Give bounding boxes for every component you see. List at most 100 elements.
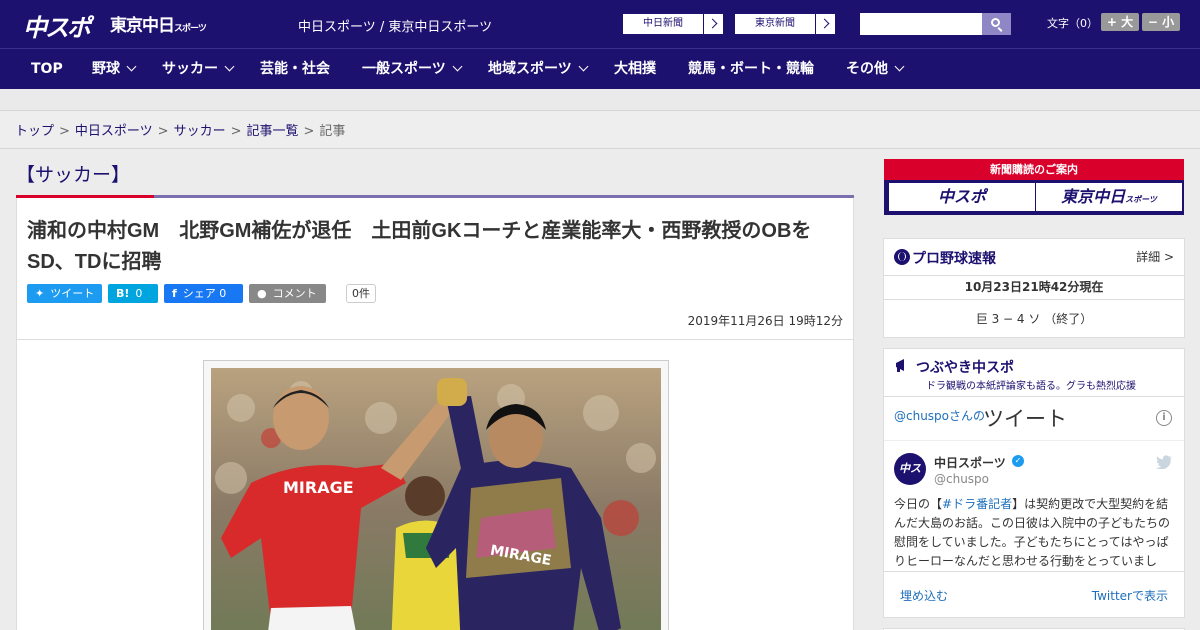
comment-label: コメント bbox=[272, 287, 317, 300]
chevron-down-icon bbox=[224, 61, 235, 72]
article-body: MIRAGE MIRAGE bbox=[16, 339, 854, 630]
font-increase-button[interactable]: + 大 bbox=[1101, 13, 1139, 31]
site-name[interactable]: 中日スポーツ / 東京中日スポーツ bbox=[298, 16, 492, 35]
breadcrumb-sep: > bbox=[303, 124, 315, 139]
font-size-label: 文字（0） bbox=[1047, 17, 1098, 30]
nav-general-sports[interactable]: 一般スポーツ bbox=[362, 49, 463, 89]
breadcrumb-article-list[interactable]: 記事一覧 bbox=[247, 124, 299, 139]
twitter-widget-footer: 埋め込む Twitterで表示 bbox=[884, 571, 1184, 617]
nav-label: 芸能・社会 bbox=[260, 61, 330, 77]
subscription-banner: 新聞購読のご案内 中スポ 東京中日スポーツ bbox=[884, 159, 1184, 215]
tweet-hashtag[interactable]: #ドラ番記者 bbox=[942, 497, 1012, 511]
baseball-widget-title: プロ野球速報 bbox=[912, 251, 996, 267]
twitter-bird-icon[interactable] bbox=[1156, 455, 1172, 469]
nav-racing[interactable]: 競馬・ボート・競輪 bbox=[688, 49, 814, 89]
article-photo[interactable]: MIRAGE MIRAGE bbox=[203, 360, 669, 630]
subscribe-tokyo-chunichi-label: 東京中日 bbox=[1061, 187, 1126, 206]
nav-sumo[interactable]: 大相撲 bbox=[614, 49, 656, 89]
twitter-widget-subtitle: ドラ観戦の本紙評論家も語る。グラも熱烈応援 bbox=[926, 381, 1136, 392]
tokyo-shimbun-link[interactable]: 東京新聞 bbox=[734, 13, 836, 35]
subscribe-tokyo-chunichi-button[interactable]: 東京中日スポーツ bbox=[1036, 183, 1182, 211]
subscribe-chuspo-button[interactable]: 中スポ bbox=[889, 183, 1035, 211]
hatena-count: 0 bbox=[135, 287, 143, 300]
article-title: 浦和の中村GM 北野GM補佐が退任 土田前GKコーチと産業能率大・西野教授のOB… bbox=[27, 220, 812, 273]
view-on-twitter-link[interactable]: Twitterで表示 bbox=[1092, 587, 1168, 604]
main-nav: TOP 野球 サッカー 芸能・社会 一般スポーツ 地域スポーツ 大相撲 競馬・ボ… bbox=[0, 48, 1200, 89]
breadcrumb-sep: > bbox=[59, 124, 70, 139]
nav-label: 野球 bbox=[92, 61, 120, 77]
breadcrumb-sep: > bbox=[157, 124, 169, 139]
nav-soccer[interactable]: サッカー bbox=[162, 49, 235, 89]
twitter-widget-title: つぶやき中スポ bbox=[916, 360, 1014, 376]
search-icon bbox=[991, 18, 1000, 27]
nav-other[interactable]: その他 bbox=[846, 49, 905, 89]
hatena-bookmark-button[interactable]: B! 0 bbox=[108, 284, 158, 303]
chevron-down-icon bbox=[894, 61, 905, 72]
svg-text:MIRAGE: MIRAGE bbox=[283, 478, 354, 497]
baseball-icon bbox=[894, 249, 910, 265]
tweet-text-pre: 今日の【 bbox=[894, 497, 943, 511]
nav-label: サッカー bbox=[162, 61, 218, 77]
font-decrease-button[interactable]: − 小 bbox=[1142, 13, 1180, 31]
tweet-item[interactable]: 中スポ 中日スポーツ ✓ @chuspo 今日の【#ドラ番記者】は契約更改で大型… bbox=[884, 441, 1184, 571]
tokyo-shimbun-label: 東京新聞 bbox=[755, 18, 795, 29]
speech-bubble-icon: ● bbox=[257, 287, 267, 300]
comment-button[interactable]: ● コメント bbox=[249, 284, 326, 303]
chunichi-shimbun-link[interactable]: 中日新聞 bbox=[622, 13, 724, 35]
chevron-down-icon bbox=[452, 61, 463, 72]
verified-icon: ✓ bbox=[1012, 455, 1024, 467]
nav-top[interactable]: TOP bbox=[31, 49, 63, 89]
chevron-down-icon bbox=[578, 61, 589, 72]
nav-label: TOP bbox=[31, 61, 63, 77]
baseball-details-link[interactable]: 詳細 > bbox=[1136, 248, 1174, 265]
nav-label: 一般スポーツ bbox=[362, 61, 446, 77]
breadcrumb-soccer[interactable]: サッカー bbox=[174, 124, 226, 139]
tweet-author-name[interactable]: 中日スポーツ bbox=[934, 454, 1006, 471]
search-input[interactable] bbox=[860, 13, 982, 35]
subscription-title: 新聞購読のご案内 bbox=[884, 159, 1184, 180]
baseball-update-time: 10月23日21時42分現在 bbox=[884, 276, 1184, 300]
chevron-right-icon bbox=[703, 14, 723, 34]
search-button[interactable] bbox=[982, 13, 1011, 35]
tokyo-chunichi-logo[interactable]: 東京中日スポーツ bbox=[110, 11, 207, 36]
twitter-user-link[interactable]: @chuspoさんの bbox=[894, 407, 985, 424]
tokyo-chunichi-logo-text: 東京中日 bbox=[110, 16, 175, 36]
breadcrumb: トップ > 中日スポーツ > サッカー > 記事一覧 > 記事 bbox=[0, 111, 1200, 149]
tweet-text: 今日の【#ドラ番記者】は契約更改で大型契約を結んだ大島のお話。この日彼は入院中の… bbox=[894, 495, 1174, 571]
nav-label: その他 bbox=[846, 61, 888, 77]
tweet-author-handle[interactable]: @chuspo bbox=[934, 472, 989, 486]
nav-label: 地域スポーツ bbox=[488, 61, 572, 77]
baseball-widget-header: プロ野球速報 詳細 > bbox=[884, 239, 1184, 276]
soccer-players-photo: MIRAGE MIRAGE bbox=[211, 368, 661, 630]
article-header: 浦和の中村GM 北野GM補佐が退任 土田前GKコーチと産業能率大・西野教授のOB… bbox=[16, 198, 854, 340]
publish-date: 2019年11月26日 19時12分 bbox=[687, 314, 843, 328]
baseball-score-widget: プロ野球速報 詳細 > 10月23日21時42分現在 巨 3 − 4 ソ （終了… bbox=[883, 238, 1185, 338]
comment-count[interactable]: 0件 bbox=[346, 284, 376, 303]
nav-entertainment[interactable]: 芸能・社会 bbox=[260, 49, 330, 89]
info-icon[interactable]: i bbox=[1156, 410, 1172, 426]
baseball-score[interactable]: 巨 3 − 4 ソ （終了） bbox=[884, 300, 1184, 338]
embed-link[interactable]: 埋め込む bbox=[900, 587, 948, 604]
breadcrumb-sep: > bbox=[230, 124, 242, 139]
nav-label: 大相撲 bbox=[614, 61, 656, 77]
nav-baseball[interactable]: 野球 bbox=[92, 49, 137, 89]
breadcrumb-chuspo[interactable]: 中日スポーツ bbox=[75, 124, 153, 139]
avatar[interactable]: 中スポ bbox=[894, 453, 926, 507]
twitter-widget-header: つぶやき中スポ ドラ観戦の本紙評論家も語る。グラも熱烈応援 bbox=[884, 349, 1184, 397]
nav-label: 競馬・ボート・競輪 bbox=[688, 61, 814, 77]
chuspo-logo[interactable]: 中スポ bbox=[23, 8, 91, 43]
facebook-share-button[interactable]: f シェア 0 bbox=[164, 284, 243, 303]
tweet-label: ツイート bbox=[50, 287, 95, 300]
site-header: 中スポ 東京中日スポーツ 中日スポーツ / 東京中日スポーツ 中日新聞 東京新聞… bbox=[0, 0, 1200, 48]
chevron-down-icon bbox=[126, 61, 137, 72]
subscribe-tokyo-chunichi-small: スポーツ bbox=[1125, 195, 1157, 204]
nav-local-sports[interactable]: 地域スポーツ bbox=[488, 49, 589, 89]
tweet-button[interactable]: ✦ ツイート bbox=[27, 284, 102, 303]
hatena-icon: B! bbox=[116, 287, 130, 300]
twitter-widget: つぶやき中スポ ドラ観戦の本紙評論家も語る。グラも熱烈応援 @chuspoさんの… bbox=[883, 348, 1185, 618]
ad-strip bbox=[0, 89, 1200, 111]
twitter-tweets-label: ツイート bbox=[983, 407, 1067, 431]
breadcrumb-top[interactable]: トップ bbox=[15, 124, 54, 139]
megaphone-icon bbox=[896, 359, 904, 372]
twitter-icon: ✦ bbox=[35, 287, 45, 300]
